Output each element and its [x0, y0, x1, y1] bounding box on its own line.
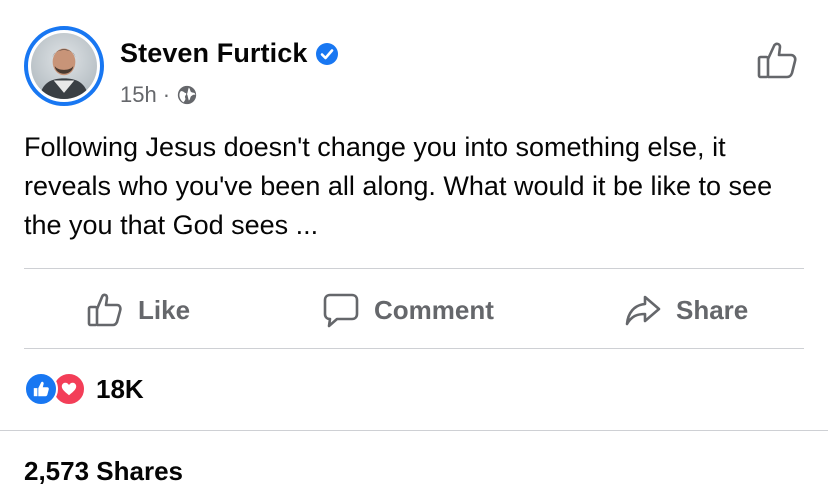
globe-icon	[177, 85, 197, 105]
like-label: Like	[138, 294, 191, 325]
share-count[interactable]: 2,573 Shares	[24, 456, 183, 487]
share-button[interactable]: Share	[624, 276, 748, 344]
page-like-icon[interactable]	[756, 38, 800, 82]
reaction-summary[interactable]: 18K	[24, 372, 144, 406]
share-label: Share	[676, 294, 749, 325]
speech-bubble-icon	[323, 293, 359, 328]
author-name-row: Steven Furtick	[120, 38, 339, 69]
thumbs-up-icon	[87, 293, 122, 327]
person-silhouette-icon	[39, 48, 89, 99]
post-text: Following Jesus doesn't change you into …	[24, 132, 773, 240]
like-reaction-icon	[24, 372, 58, 406]
share-arrow-icon	[625, 295, 661, 326]
author-avatar[interactable]	[24, 26, 104, 106]
post-timestamp[interactable]: 15h	[120, 82, 157, 108]
verified-badge-icon	[316, 42, 339, 65]
divider-top	[24, 268, 804, 269]
comment-label: Comment	[374, 294, 494, 325]
action-bar: Like Comment Share	[0, 276, 828, 344]
reaction-count: 18K	[96, 373, 144, 404]
post-meta: 15h ·	[120, 82, 198, 108]
comment-button[interactable]: Comment	[322, 276, 494, 344]
divider-middle	[24, 348, 804, 349]
like-button[interactable]: Like	[86, 276, 190, 344]
avatar-photo	[31, 33, 97, 99]
author-name[interactable]: Steven Furtick	[120, 38, 307, 69]
meta-separator: ·	[162, 82, 171, 107]
divider-bottom	[0, 430, 828, 431]
